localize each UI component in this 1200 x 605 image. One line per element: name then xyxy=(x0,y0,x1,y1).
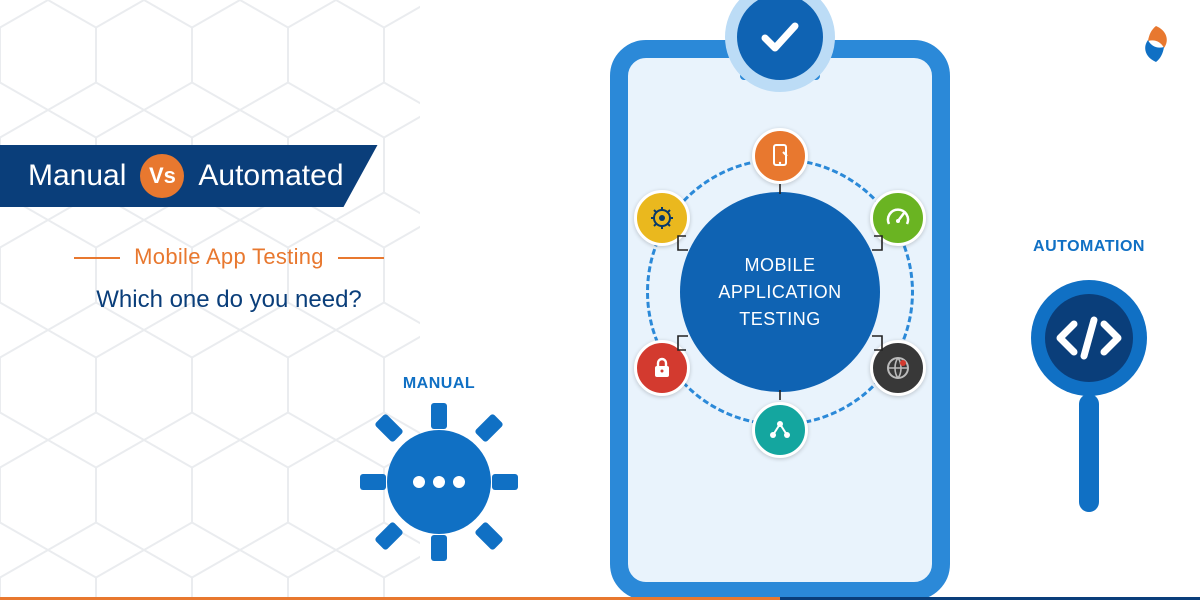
globe-icon xyxy=(870,340,926,396)
gear-icon xyxy=(354,397,524,567)
phone-diagram: MOBILE APPLICATION TESTING xyxy=(580,40,980,600)
manual-block: MANUAL xyxy=(354,375,524,572)
automation-block: AUTOMATION xyxy=(1024,238,1154,531)
subtitle-block: Mobile App Testing Which one do you need… xyxy=(34,244,424,314)
magnifier-code-icon xyxy=(1024,266,1154,526)
center-hub: MOBILE APPLICATION TESTING xyxy=(680,192,880,392)
automation-label: AUTOMATION xyxy=(1024,238,1154,256)
share-nodes-icon xyxy=(752,402,808,458)
lock-icon xyxy=(634,340,690,396)
check-icon xyxy=(753,10,807,64)
center-hub-text: MOBILE APPLICATION TESTING xyxy=(718,252,841,333)
subtitle-line-1: Mobile App Testing xyxy=(34,244,424,270)
banner-left-word: Manual xyxy=(28,159,126,193)
touch-phone-icon xyxy=(752,128,808,184)
subtitle-line-2: Which one do you need? xyxy=(34,286,424,314)
title-banner: Manual Vs Automated xyxy=(0,145,378,207)
manual-label: MANUAL xyxy=(354,375,524,393)
wrench-gear-icon xyxy=(634,190,690,246)
vs-badge: Vs xyxy=(140,154,184,198)
speedometer-icon xyxy=(870,190,926,246)
brand-logo xyxy=(1134,22,1178,66)
banner-right-word: Automated xyxy=(198,159,343,193)
